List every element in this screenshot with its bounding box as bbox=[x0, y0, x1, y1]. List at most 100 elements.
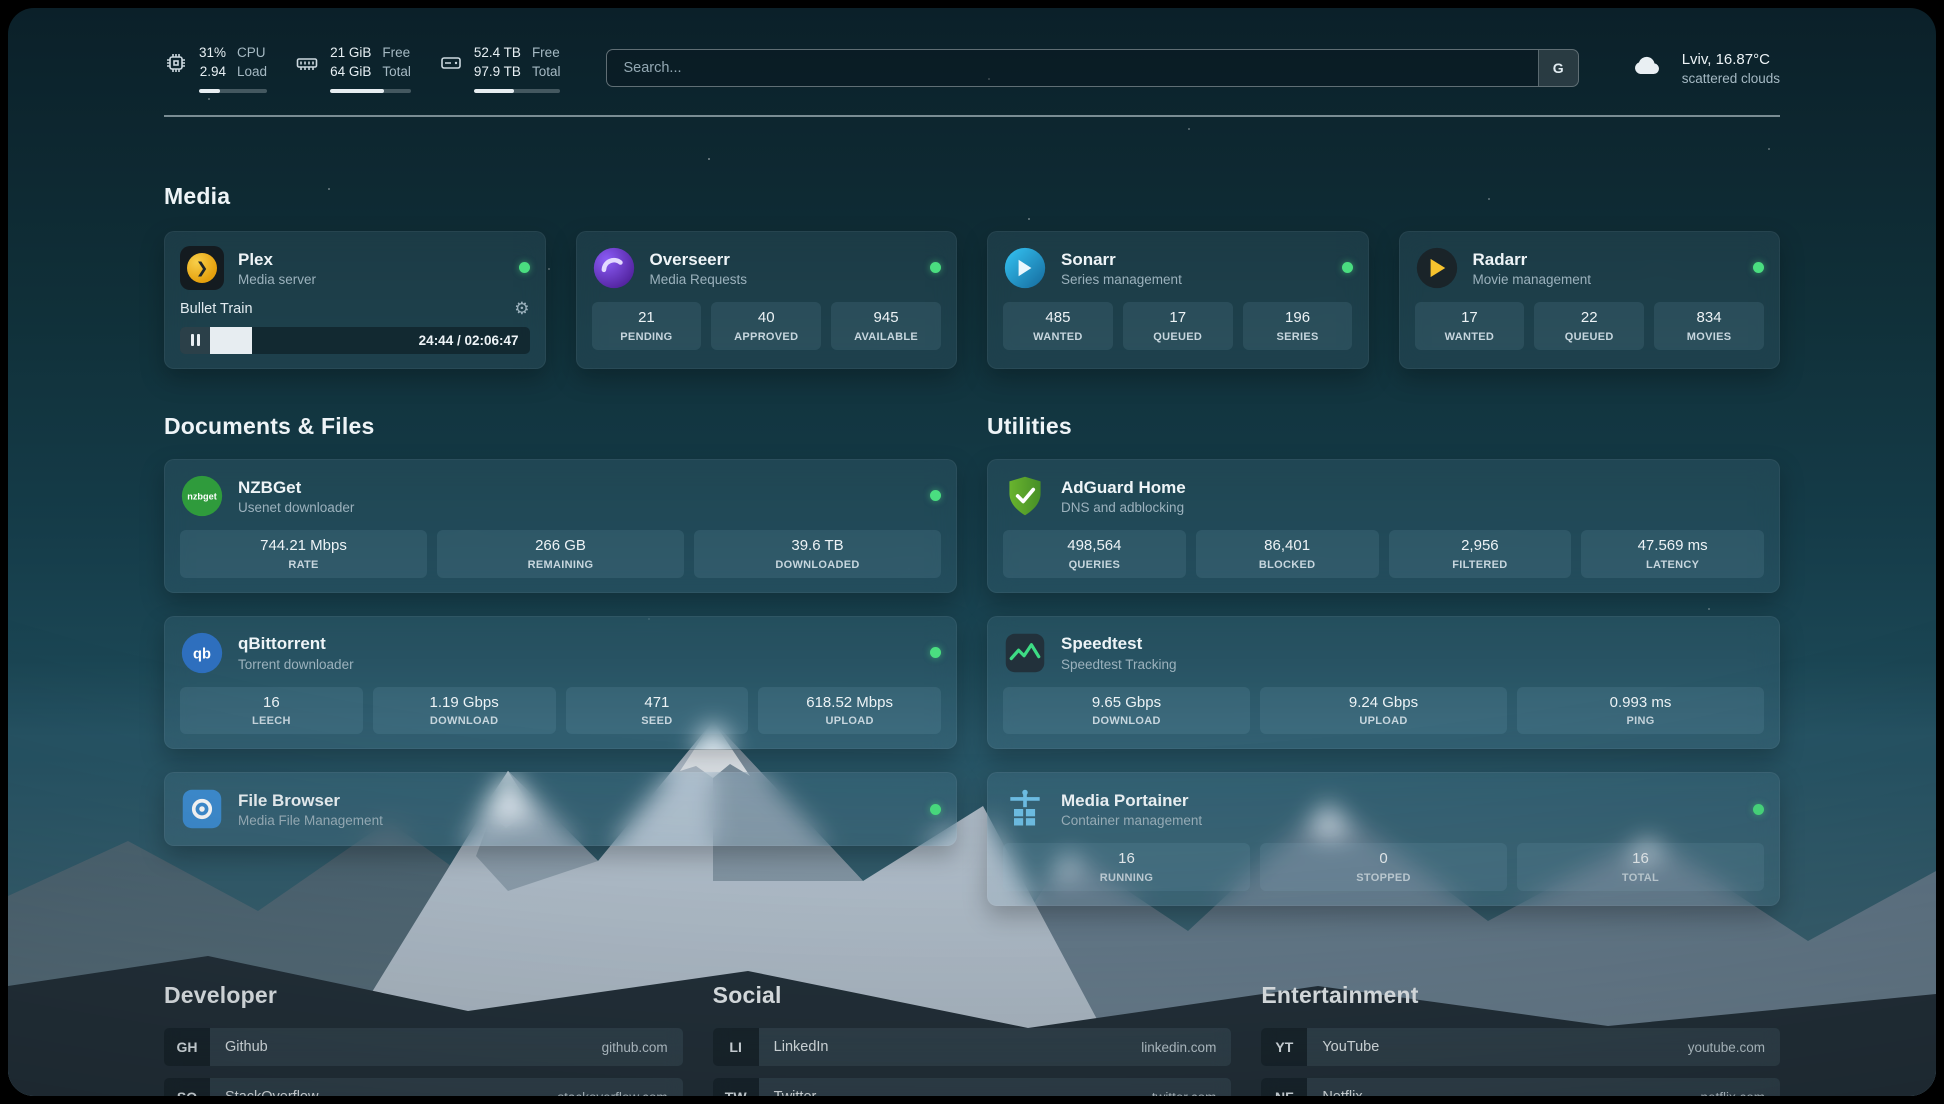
bookmark-youtube[interactable]: YT YouTube youtube.com bbox=[1261, 1028, 1780, 1066]
bookmark-url: github.com bbox=[602, 1040, 668, 1055]
weather-widget: Lviv, 16.87°C scattered clouds bbox=[1625, 50, 1780, 87]
service-subtitle: Media File Management bbox=[238, 813, 383, 828]
plex-card[interactable]: ❯ Plex Media server Bullet Train ⚙ bbox=[164, 231, 546, 369]
radarr-card[interactable]: Radarr Movie management 17 WANTED 22 QUE… bbox=[1399, 231, 1781, 369]
gear-icon[interactable]: ⚙ bbox=[514, 301, 529, 318]
search-provider-button[interactable]: G bbox=[1538, 50, 1578, 86]
service-name: Speedtest bbox=[1061, 633, 1177, 654]
bookmark-abbr: NF bbox=[1261, 1078, 1307, 1096]
disk-labels: Free Total bbox=[532, 44, 561, 82]
sonarr-icon bbox=[1003, 246, 1047, 290]
stat-wanted: 17 WANTED bbox=[1415, 302, 1525, 350]
memory-icon bbox=[295, 51, 319, 75]
service-subtitle: Movie management bbox=[1473, 272, 1592, 287]
dashboard-content: 31% 2.94 CPU Load bbox=[164, 44, 1780, 1096]
filebrowser-card[interactable]: File Browser Media File Management bbox=[164, 772, 957, 846]
bookmark-url: youtube.com bbox=[1688, 1040, 1765, 1055]
cloud-icon bbox=[1625, 50, 1669, 87]
section-title-media: Media bbox=[164, 183, 1780, 210]
plex-icon: ❯ bbox=[180, 246, 224, 290]
service-name: Sonarr bbox=[1061, 249, 1182, 270]
service-name: Overseerr bbox=[650, 249, 748, 270]
stat-total: 16 TOTAL bbox=[1517, 843, 1764, 891]
playback-progress-bar: 24:44 / 02:06:47 bbox=[180, 327, 530, 354]
cpu-usage-bar bbox=[199, 89, 267, 93]
service-subtitle: Media server bbox=[238, 272, 316, 287]
nzbget-card[interactable]: nzbget NZBGet Usenet downloader 74 bbox=[164, 459, 957, 593]
dashboard-screen: 31% 2.94 CPU Load bbox=[8, 8, 1936, 1096]
qbittorrent-icon: qb bbox=[180, 631, 224, 675]
stat-download: 9.65 Gbps DOWNLOAD bbox=[1003, 687, 1250, 735]
bookmark-name: Netflix bbox=[1322, 1089, 1362, 1096]
bookmark-url: stackoverflow.com bbox=[557, 1090, 667, 1096]
speedtest-icon bbox=[1003, 631, 1047, 675]
stat-filtered: 2,956 FILTERED bbox=[1389, 530, 1572, 578]
speedtest-card[interactable]: Speedtest Speedtest Tracking 9.65 Gbps D… bbox=[987, 616, 1780, 750]
portainer-card[interactable]: Media Portainer Container management 16 … bbox=[987, 772, 1780, 906]
status-dot bbox=[1342, 262, 1353, 273]
bookmark-abbr: TW bbox=[713, 1078, 759, 1096]
section-media: Media ❯ Plex Media server Bullet Train bbox=[164, 183, 1780, 369]
status-dot bbox=[1753, 804, 1764, 815]
bookmark-abbr: LI bbox=[713, 1028, 759, 1066]
section-title-documents: Documents & Files bbox=[164, 413, 957, 440]
bookmark-name: YouTube bbox=[1322, 1039, 1379, 1055]
service-name: File Browser bbox=[238, 790, 383, 811]
bookmark-name: Github bbox=[225, 1039, 268, 1055]
disk-values: 52.4 TB 97.9 TB bbox=[474, 44, 521, 82]
sonarr-card[interactable]: Sonarr Series management 485 WANTED 17 Q… bbox=[987, 231, 1369, 369]
bookmark-github[interactable]: GH Github github.com bbox=[164, 1028, 683, 1066]
bookmark-linkedin[interactable]: LI LinkedIn linkedin.com bbox=[713, 1028, 1232, 1066]
portainer-icon bbox=[1003, 787, 1047, 831]
memory-usage-bar bbox=[330, 89, 411, 93]
section-title-social: Social bbox=[713, 982, 1232, 1009]
status-dot bbox=[930, 490, 941, 501]
memory-labels: Free Total bbox=[382, 44, 411, 82]
service-name: Plex bbox=[238, 249, 316, 270]
search-area: G bbox=[606, 49, 1578, 87]
filebrowser-icon bbox=[180, 787, 224, 831]
overseerr-card[interactable]: Overseerr Media Requests 21 PENDING 40 A… bbox=[576, 231, 958, 369]
service-name: Media Portainer bbox=[1061, 790, 1202, 811]
search-input[interactable] bbox=[607, 50, 1537, 86]
cpu-labels: CPU Load bbox=[237, 44, 267, 82]
bookmark-name: Twitter bbox=[774, 1089, 817, 1096]
section-documents: Documents & Files nzbget bbox=[164, 413, 957, 847]
disk-widget: 52.4 TB 97.9 TB Free Total bbox=[439, 44, 561, 93]
topbar-divider bbox=[164, 115, 1780, 117]
service-subtitle: Series management bbox=[1061, 272, 1182, 287]
adguard-icon bbox=[1003, 474, 1047, 518]
search-box: G bbox=[606, 49, 1578, 87]
stat-approved: 40 APPROVED bbox=[711, 302, 821, 350]
service-subtitle: Usenet downloader bbox=[238, 500, 354, 515]
service-subtitle: Container management bbox=[1061, 813, 1202, 828]
weather-location: Lviv, 16.87°C bbox=[1682, 51, 1780, 68]
section-title-entertainment: Entertainment bbox=[1261, 982, 1780, 1009]
bookmark-twitter[interactable]: TW Twitter twitter.com bbox=[713, 1078, 1232, 1096]
bookmark-url: netflix.com bbox=[1700, 1090, 1765, 1096]
stat-leech: 16 LEECH bbox=[180, 687, 363, 735]
adguard-card[interactable]: AdGuard Home DNS and adblocking 498,564 … bbox=[987, 459, 1780, 593]
stat-stopped: 0 STOPPED bbox=[1260, 843, 1507, 891]
svg-text:nzbget: nzbget bbox=[187, 491, 217, 501]
bookmark-stackoverflow[interactable]: SO StackOverflow stackoverflow.com bbox=[164, 1078, 683, 1096]
memory-widget: 21 GiB 64 GiB Free Total bbox=[295, 44, 411, 93]
pause-button[interactable] bbox=[180, 327, 210, 354]
cpu-icon bbox=[164, 51, 188, 75]
bookmark-url: twitter.com bbox=[1152, 1090, 1217, 1096]
stat-wanted: 485 WANTED bbox=[1003, 302, 1113, 350]
stat-series: 196 SERIES bbox=[1243, 302, 1353, 350]
bookmark-name: StackOverflow bbox=[225, 1089, 318, 1096]
qbittorrent-card[interactable]: qb qBittorrent Torrent downloader bbox=[164, 616, 957, 750]
stat-movies: 834 MOVIES bbox=[1654, 302, 1764, 350]
now-playing-title: Bullet Train bbox=[180, 301, 253, 317]
status-dot bbox=[519, 262, 530, 273]
bookmark-abbr: GH bbox=[164, 1028, 210, 1066]
service-subtitle: Speedtest Tracking bbox=[1061, 657, 1177, 672]
status-dot bbox=[930, 647, 941, 658]
overseerr-icon bbox=[592, 246, 636, 290]
stat-queued: 22 QUEUED bbox=[1534, 302, 1644, 350]
status-dot bbox=[1753, 262, 1764, 273]
bookmark-netflix[interactable]: NF Netflix netflix.com bbox=[1261, 1078, 1780, 1096]
bookmark-abbr: SO bbox=[164, 1078, 210, 1096]
